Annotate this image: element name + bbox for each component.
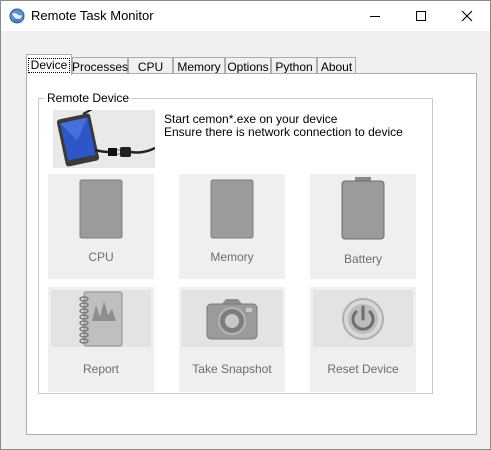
connection-instructions: Start cemon*.exe on your device Ensure t… [164, 113, 403, 139]
cpu-gauge-icon [79, 179, 123, 239]
memory-tile-label: Memory [210, 250, 254, 264]
memory-tile[interactable]: Memory [179, 174, 285, 279]
battery-tile-label: Battery [343, 252, 382, 266]
remote-device-group: Remote Device Start cemon*.exe on your d… [38, 91, 433, 394]
memory-gauge-icon [210, 179, 254, 239]
report-tile[interactable]: Report [48, 287, 154, 392]
report-tile-label: Report [82, 362, 120, 376]
maximize-icon [416, 11, 426, 21]
maximize-button[interactable] [398, 1, 444, 31]
group-label: Remote Device [45, 91, 132, 105]
device-tab-page: Remote Device Start cemon*.exe on your d… [26, 73, 477, 435]
minimize-icon [370, 16, 380, 17]
close-icon [461, 10, 473, 22]
battery-icon [341, 177, 385, 240]
close-button[interactable] [444, 1, 490, 31]
snapshot-tile[interactable]: Take Snapshot [179, 287, 285, 392]
tablet-plug-icon [53, 110, 155, 168]
cpu-tile[interactable]: CPU [48, 174, 154, 279]
minimize-button[interactable] [352, 1, 398, 31]
device-connection-image [53, 110, 155, 168]
app-globe-icon [9, 8, 25, 24]
cpu-tile-label: CPU [88, 250, 114, 264]
report-notebook-icon [79, 291, 123, 346]
title-bar[interactable]: Remote Task Monitor [1, 1, 490, 31]
tab-device[interactable]: Device [26, 54, 72, 75]
reset-device-tile[interactable]: Reset Device [310, 287, 416, 392]
reset-device-tile-label: Reset Device [327, 362, 399, 376]
instruction-line-2: Ensure there is network connection to de… [164, 125, 403, 139]
battery-tile[interactable]: Battery [310, 174, 416, 279]
power-icon [342, 297, 384, 340]
window-title: Remote Task Monitor [31, 8, 154, 23]
app-window: Remote Task Monitor Device Processes CPU… [0, 0, 491, 450]
camera-icon [206, 298, 258, 339]
snapshot-tile-label: Take Snapshot [192, 362, 272, 376]
